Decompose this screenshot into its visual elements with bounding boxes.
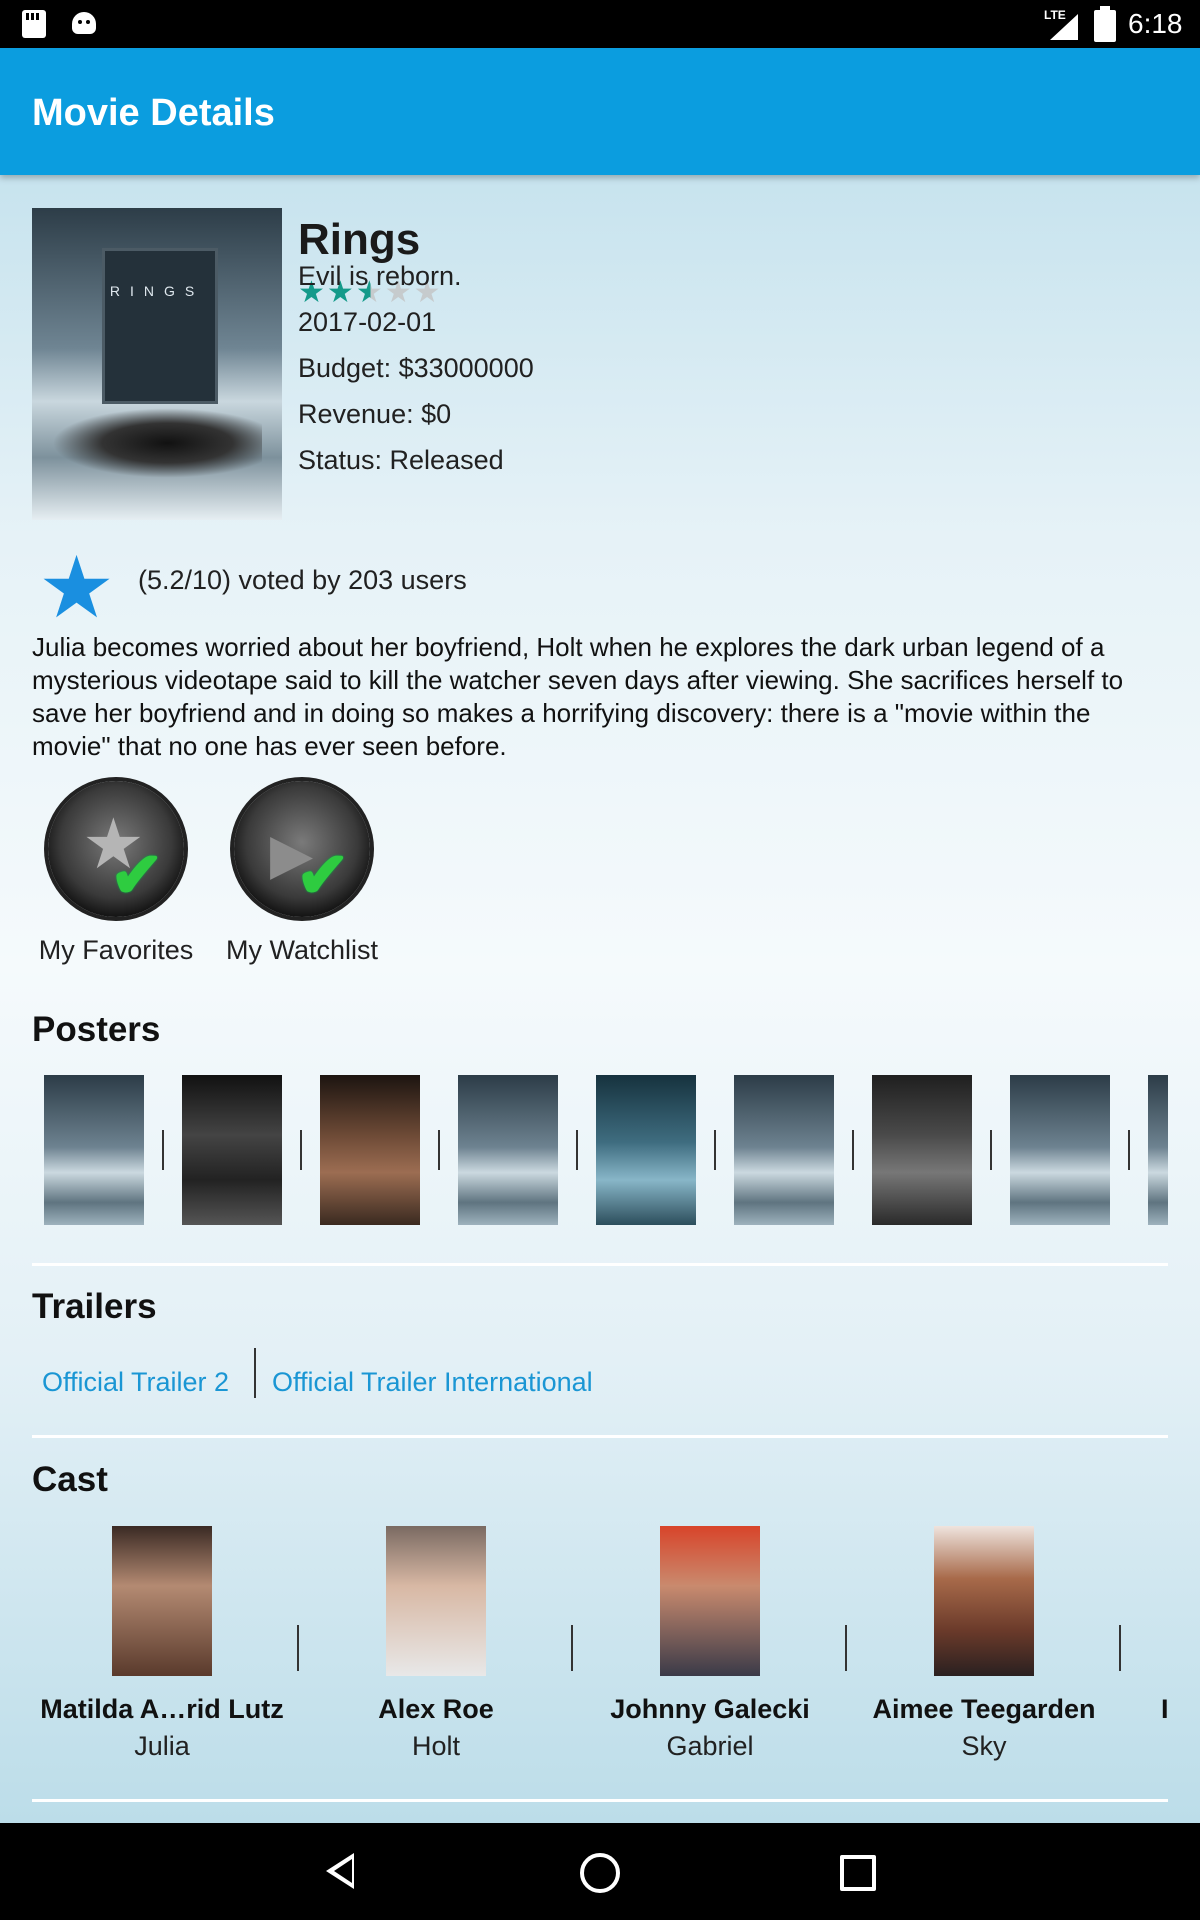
- poster-figure-graphic: [52, 408, 262, 478]
- navigation-bar: [0, 1823, 1200, 1920]
- poster-thumb[interactable]: [182, 1075, 282, 1225]
- watchlist-button[interactable]: ▶ ✔ My Watchlist: [212, 781, 392, 966]
- poster-title-text: RINGS: [109, 283, 205, 299]
- sd-card-icon: [22, 10, 46, 38]
- divider: [576, 1130, 578, 1170]
- watchlist-label: My Watchlist: [225, 935, 378, 965]
- vote-star-icon: ★: [38, 540, 116, 636]
- android-icon: [72, 12, 96, 34]
- divider: [1128, 1130, 1130, 1170]
- divider: [990, 1130, 992, 1170]
- cast-name: Alex Roe: [378, 1694, 494, 1724]
- battery-icon: [1094, 6, 1116, 42]
- section-divider: [32, 1799, 1168, 1802]
- favorites-button[interactable]: ★ ✔ My Favorites: [26, 781, 206, 966]
- poster-thumb[interactable]: [458, 1075, 558, 1225]
- recent-apps-icon[interactable]: [840, 1855, 876, 1891]
- home-icon[interactable]: [580, 1853, 620, 1893]
- posters-list[interactable]: [32, 1075, 1168, 1225]
- movie-title: Rings: [298, 215, 421, 264]
- app-bar: Movie Details: [0, 48, 1200, 175]
- poster-thumb[interactable]: [1010, 1075, 1110, 1225]
- movie-details-content[interactable]: RINGS Rings ★★★★★ Evil is reborn. 2017-0…: [0, 175, 1200, 1823]
- section-divider: [32, 1435, 1168, 1438]
- back-icon[interactable]: [326, 1853, 354, 1889]
- cast-name: I: [1161, 1694, 1168, 1724]
- divider: [438, 1130, 440, 1170]
- posters-heading: Posters: [32, 1010, 161, 1049]
- poster-thumb[interactable]: [872, 1075, 972, 1225]
- status-bar: LTE 6:18: [0, 0, 1200, 48]
- cast-member[interactable]: I: [1123, 1526, 1168, 1725]
- status-text: Status: Released: [298, 445, 504, 475]
- cast-photo[interactable]: [660, 1526, 760, 1676]
- poster-thumb[interactable]: [1148, 1075, 1168, 1225]
- cast-heading: Cast: [32, 1460, 108, 1499]
- trailer-link[interactable]: Official Trailer 2: [42, 1367, 229, 1398]
- trailer-link[interactable]: Official Trailer International: [272, 1367, 593, 1398]
- poster-thumb[interactable]: [44, 1075, 144, 1225]
- budget-text: Budget: $33000000: [298, 353, 534, 383]
- signal-icon: [1050, 14, 1078, 40]
- cast-role: Julia: [134, 1731, 190, 1761]
- watchlist-badge[interactable]: ▶ ✔: [234, 781, 370, 917]
- vote-summary: (5.2/10) voted by 203 users: [138, 565, 467, 595]
- cast-photo[interactable]: [934, 1526, 1034, 1676]
- cast-member[interactable]: Johnny Galecki Gabriel: [575, 1526, 845, 1762]
- movie-tagline: Evil is reborn.: [298, 261, 462, 291]
- movie-poster[interactable]: RINGS: [32, 208, 282, 520]
- divider: [300, 1130, 302, 1170]
- divider: [714, 1130, 716, 1170]
- release-date: 2017-02-01: [298, 307, 437, 337]
- poster-thumb[interactable]: [320, 1075, 420, 1225]
- divider: [852, 1130, 854, 1170]
- divider: [162, 1130, 164, 1170]
- poster-thumb[interactable]: [596, 1075, 696, 1225]
- cast-photo[interactable]: [112, 1526, 212, 1676]
- cast-name: Matilda A…rid Lutz: [40, 1694, 284, 1724]
- section-divider: [32, 1263, 1168, 1266]
- checkmark-icon: ✔: [296, 839, 350, 911]
- poster-thumb[interactable]: [734, 1075, 834, 1225]
- page-title: Movie Details: [32, 92, 275, 134]
- divider: [297, 1625, 299, 1671]
- divider: [845, 1625, 847, 1671]
- trailers-heading: Trailers: [32, 1287, 157, 1326]
- status-time: 6:18: [1128, 8, 1183, 39]
- cast-member[interactable]: Matilda A…rid Lutz Julia: [27, 1526, 297, 1762]
- cast-role: Sky: [961, 1731, 1007, 1761]
- checkmark-icon: ✔: [110, 839, 164, 911]
- cast-name: Johnny Galecki: [610, 1694, 810, 1724]
- cast-member[interactable]: Aimee Teegarden Sky: [849, 1526, 1119, 1762]
- movie-overview: Julia becomes worried about her boyfrien…: [32, 632, 1124, 761]
- cast-role: Gabriel: [666, 1731, 754, 1761]
- poster-door-graphic: [102, 248, 218, 404]
- cast-name: Aimee Teegarden: [872, 1694, 1096, 1724]
- favorites-label: My Favorites: [38, 935, 194, 965]
- cast-role: Holt: [411, 1731, 460, 1761]
- favorites-badge[interactable]: ★ ✔: [48, 781, 184, 917]
- cast-photo[interactable]: [386, 1526, 486, 1676]
- cast-member[interactable]: Alex Roe Holt: [301, 1526, 571, 1762]
- divider: [254, 1348, 256, 1398]
- divider: [571, 1625, 573, 1671]
- divider: [1119, 1625, 1121, 1671]
- revenue-text: Revenue: $0: [298, 399, 452, 429]
